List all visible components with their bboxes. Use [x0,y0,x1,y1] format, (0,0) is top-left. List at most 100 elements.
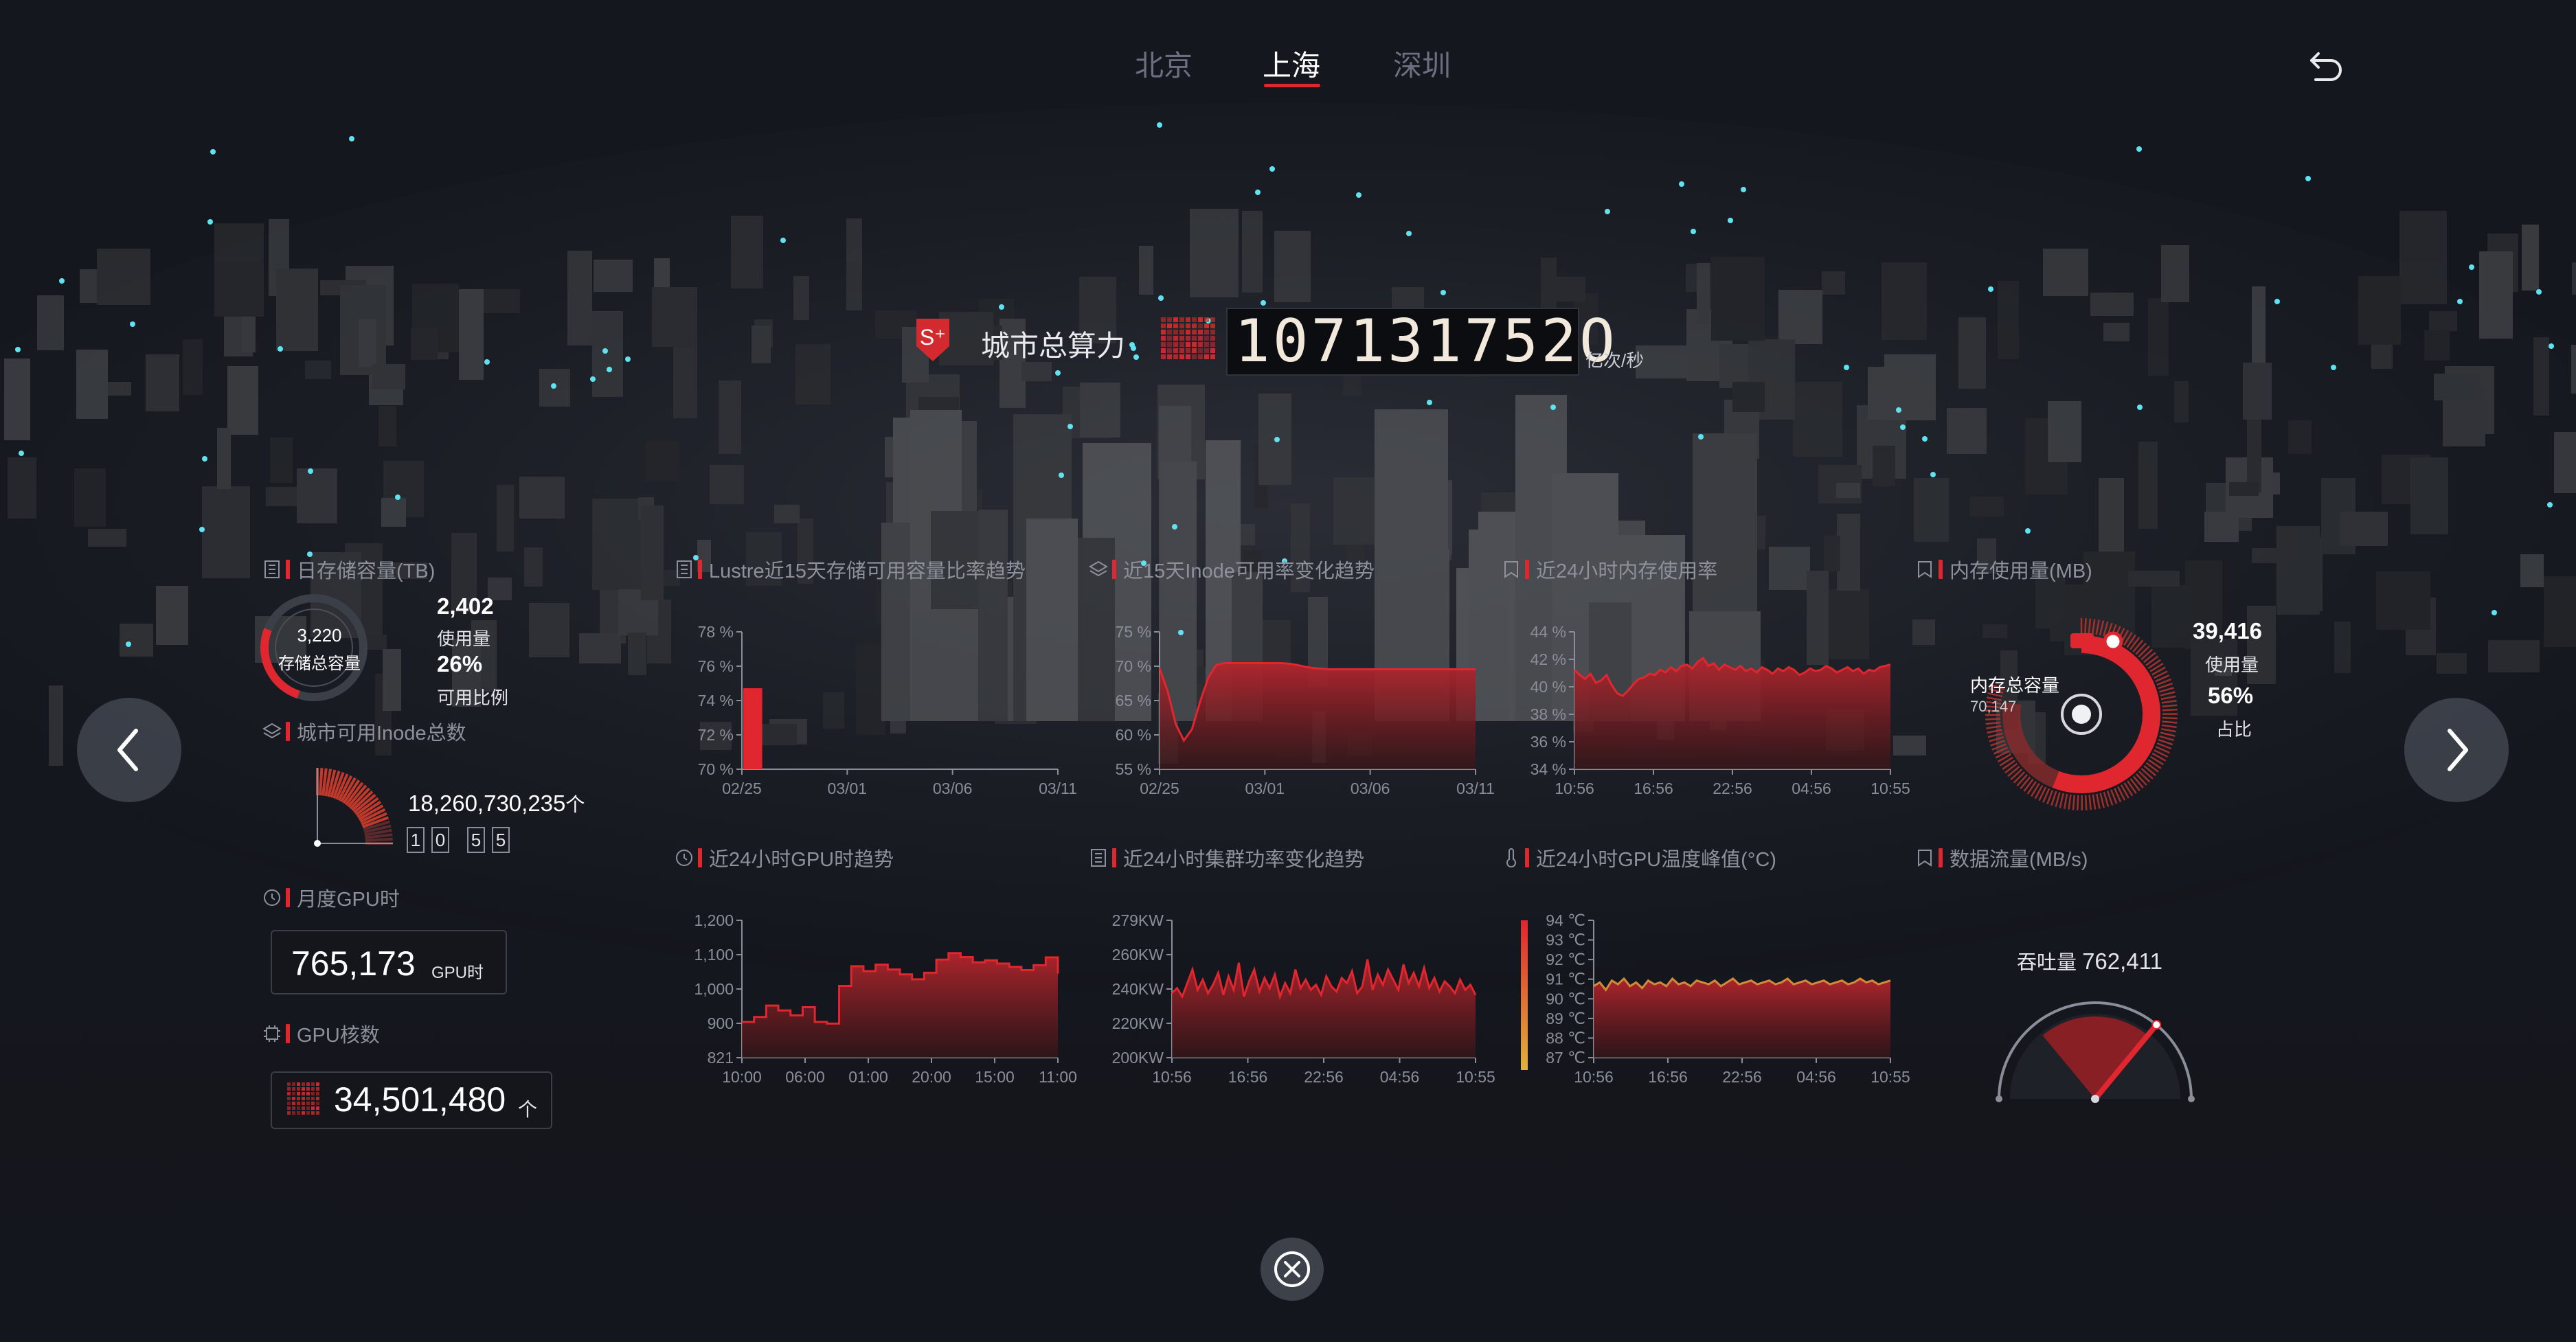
x-tick-label: 15:00 [975,1068,1015,1086]
x-tick-label: 10:55 [1871,1068,1910,1086]
y-tick-label: 90 ℃ [1546,990,1585,1008]
power-chart: 279KW 260KW 240KW 220KW 200KW10:56 16:56 22:56… [1112,911,1495,1086]
lustre-chart-title: Lustre近15天存储可用容量比率趋势 [675,555,1026,584]
storage-title-text: 日存储容量(TB) [297,560,436,582]
x-tick-label: 16:56 [1648,1068,1688,1086]
clock-icon [262,888,282,907]
dot-matrix-icon [1161,317,1216,364]
building-icon [1089,848,1108,867]
inode-title: 城市可用Inode总数 [262,717,466,746]
power-chart-title: 近24小时集群功率变化趋势 [1089,843,1364,872]
x-tick-label: 02/25 [1140,780,1179,797]
y-tick-label: 78 % [698,623,734,641]
y-tick-label: 44 % [1530,623,1566,641]
x-tick-label: 03/11 [1039,780,1077,797]
x-tick-label: 10:55 [1871,780,1910,797]
storage-ratio-label: 可用比例 [437,687,509,708]
title-marker [1525,848,1529,867]
x-tick-label: 03/01 [828,780,868,797]
x-tick-label: 10:00 [722,1068,762,1086]
y-tick-label: 42 % [1530,650,1566,668]
mem24-chart: 44 % 42 % 40 % 38 % 36 % 34 % 10:56 16:56 22:56 0… [1530,623,1910,797]
tab-shenzhen[interactable]: 深圳 [1393,43,1451,84]
inode-digit: 0 [431,827,449,853]
chevron-left-icon [117,729,138,771]
return-arrow-icon[interactable] [2306,45,2347,87]
title-marker [1939,560,1943,579]
title-marker [1525,560,1529,579]
y-tick-label: 88 ℃ [1546,1029,1585,1047]
lustre-chart: 78 % 76 % 74 % 72 % 70 % 02/25 03/01 03/06 03/11 [698,623,1077,797]
gpu-hours-unit: GPU时 [431,964,484,982]
memory-title-text: 内存使用量(MB) [1950,560,2092,582]
storage-title: 日存储容量(TB) [262,555,435,584]
x-tick-label: 10:56 [1152,1068,1192,1086]
y-tick-label: 40 % [1530,678,1566,696]
y-tick-label: 1,100 [694,946,734,964]
series-area [1574,658,1890,769]
gpu-hours-chart-title: 近24小时GPU时趋势 [675,843,894,872]
title-marker [286,1024,290,1043]
title-marker [1112,848,1116,867]
y-tick-label: 74 % [698,692,734,709]
chevron-right-icon [2448,729,2468,771]
y-tick-label: 900 [708,1014,734,1032]
memory-title: 内存使用量(MB) [1915,555,2092,584]
total-compute-display: 107131752O [1226,308,1615,376]
prev-button[interactable] [77,698,181,802]
dot-matrix-icon [287,1082,319,1115]
y-tick-label: 70 % [1116,657,1151,675]
total-compute-label: 城市总算力 [981,330,1126,362]
inode-trend-chart-title-text: 近15天Inode可用率变化趋势 [1123,560,1375,582]
title-marker [698,848,702,867]
next-button[interactable] [2404,698,2509,802]
layers-icon [262,722,282,741]
x-tick-label: 10:56 [1555,780,1594,797]
layers-icon [1089,560,1108,579]
svg-text:S⁺: S⁺ [920,325,946,350]
gpu-cores-title-text: GPU核数 [297,1025,380,1047]
x-tick-label: 10:55 [1456,1068,1495,1086]
x-tick-label: 03/06 [1351,780,1390,797]
x-tick-label: 03/11 [1456,780,1495,797]
y-tick-label: 1,000 [694,980,734,998]
y-tick-label: 94 ℃ [1546,911,1585,929]
x-tick-label: 16:56 [1634,780,1673,797]
gpu-hours-chart: 1,200 1,100 1,000 900 82110:00 06:00 01:00 20:0… [694,911,1077,1086]
x-tick-label: 11:00 [1039,1068,1077,1086]
building-icon [675,560,694,579]
gpu-hours-value: 765,173 [291,944,416,983]
x-tick-label: 10:56 [1574,1068,1614,1086]
y-tick-label: 87 ℃ [1546,1049,1585,1067]
y-tick-label: 200KW [1112,1049,1164,1067]
x-tick-label: 03/01 [1245,780,1285,797]
inode-trend-chart-title: 近15天Inode可用率变化趋势 [1089,555,1375,584]
tab-beijing[interactable]: 北京 [1135,43,1193,84]
y-tick-label: 92 ℃ [1546,951,1585,968]
x-tick-label: 20:00 [912,1068,951,1086]
x-tick-label: 02/25 [722,780,762,797]
throughput-gauge [1996,1001,2195,1103]
y-tick-label: 34 % [1530,760,1566,778]
y-tick-label: 75 % [1116,623,1151,641]
gputemp-chart-title: 近24小时GPU温度峰值(°C) [1502,843,1776,872]
gputemp-chart: 94 ℃ 93 ℃ 92 ℃ 91 ℃ 90 ℃ 89 ℃ 88 ℃ 87 ℃10:56 16:… [1521,911,1910,1086]
storage-total-label: 存储总容量 [278,655,361,673]
tab-shanghai[interactable]: 上海 [1263,43,1320,84]
y-tick-label: 89 ℃ [1546,1010,1585,1027]
gpu-hours-chart-title-text: 近24小时GPU时趋势 [709,849,894,871]
memory-total-value: 70,147 [1970,698,2017,715]
storage-total-value: 3,220 [297,625,342,646]
x-tick-label: 22:56 [1713,780,1752,797]
y-tick-label: 55 % [1116,760,1151,778]
gpu-cores-title: GPU核数 [262,1019,380,1048]
mem24-chart-title-text: 近24小时内存使用率 [1536,560,1718,582]
inode-digit: 1 [407,827,425,853]
title-marker [1939,848,1943,867]
y-tick-label: 72 % [698,726,734,744]
close-button[interactable] [1261,1238,1324,1301]
title-marker [286,888,290,907]
x-tick-label: 04:56 [1792,780,1831,797]
history-icon [675,848,694,867]
gpu-cores-box: 34,501,480 个 [271,1071,552,1129]
